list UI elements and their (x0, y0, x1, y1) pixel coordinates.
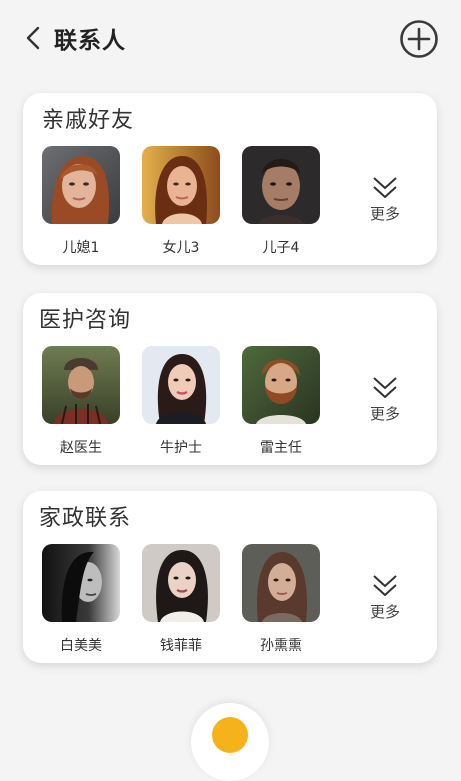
contact-name: 儿子4 (262, 240, 300, 256)
bottom-action-button[interactable] (191, 703, 269, 781)
chevron-left-icon[interactable] (20, 22, 48, 54)
avatar (142, 544, 220, 622)
contact-name: 白美美 (60, 638, 102, 654)
more-label: 更多 (369, 205, 400, 223)
contact-item[interactable]: 白美美 (42, 544, 120, 655)
contact-item[interactable]: 儿媳1 (42, 146, 120, 257)
avatar (242, 544, 320, 622)
bottom-action-icon (212, 717, 248, 753)
contact-name: 雷主任 (260, 440, 302, 456)
contact-name: 钱菲菲 (160, 638, 202, 654)
contact-name: 儿媳1 (62, 240, 100, 256)
avatar (242, 346, 320, 424)
avatar (42, 146, 120, 224)
contact-item[interactable]: 赵医生 (42, 346, 120, 457)
contact-item[interactable]: 儿子4 (242, 146, 320, 257)
contact-group-card: 亲戚好友 儿媳1 女儿3 儿子4 更多 (23, 93, 437, 265)
more-label: 更多 (369, 603, 400, 621)
contact-group-card: 家政联系 白美美 钱菲菲 孙熏熏 更多 (23, 491, 437, 663)
group-title: 家政联系 (39, 506, 132, 531)
contact-item[interactable]: 钱菲菲 (142, 544, 220, 655)
more-button[interactable]: 更多 (366, 175, 404, 224)
more-button[interactable]: 更多 (366, 573, 404, 622)
contact-item[interactable]: 女儿3 (142, 146, 220, 257)
avatar (242, 146, 320, 224)
double-chevron-down-icon (373, 377, 397, 398)
header-bar: 联系人 (0, 0, 461, 76)
avatar (142, 146, 220, 224)
contact-name: 女儿3 (162, 240, 200, 256)
more-label: 更多 (369, 405, 400, 423)
contact-item[interactable]: 孙熏熏 (242, 544, 320, 655)
avatar (142, 346, 220, 424)
more-button[interactable]: 更多 (366, 375, 404, 424)
contact-name: 牛护士 (160, 440, 202, 456)
page-title: 联系人 (54, 28, 126, 54)
contact-name: 孙熏熏 (260, 638, 302, 654)
contact-group-card: 医护咨询 赵医生 牛护士 雷主任 更多 (23, 293, 437, 465)
double-chevron-down-icon (373, 177, 397, 198)
double-chevron-down-icon (373, 575, 397, 596)
contact-name: 赵医生 (60, 440, 102, 456)
contact-item[interactable]: 牛护士 (142, 346, 220, 457)
avatar (42, 346, 120, 424)
group-title: 医护咨询 (39, 308, 132, 333)
group-title: 亲戚好友 (42, 108, 135, 133)
contact-item[interactable]: 雷主任 (242, 346, 320, 457)
plus-circle-icon[interactable] (398, 18, 440, 60)
avatar (42, 544, 120, 622)
